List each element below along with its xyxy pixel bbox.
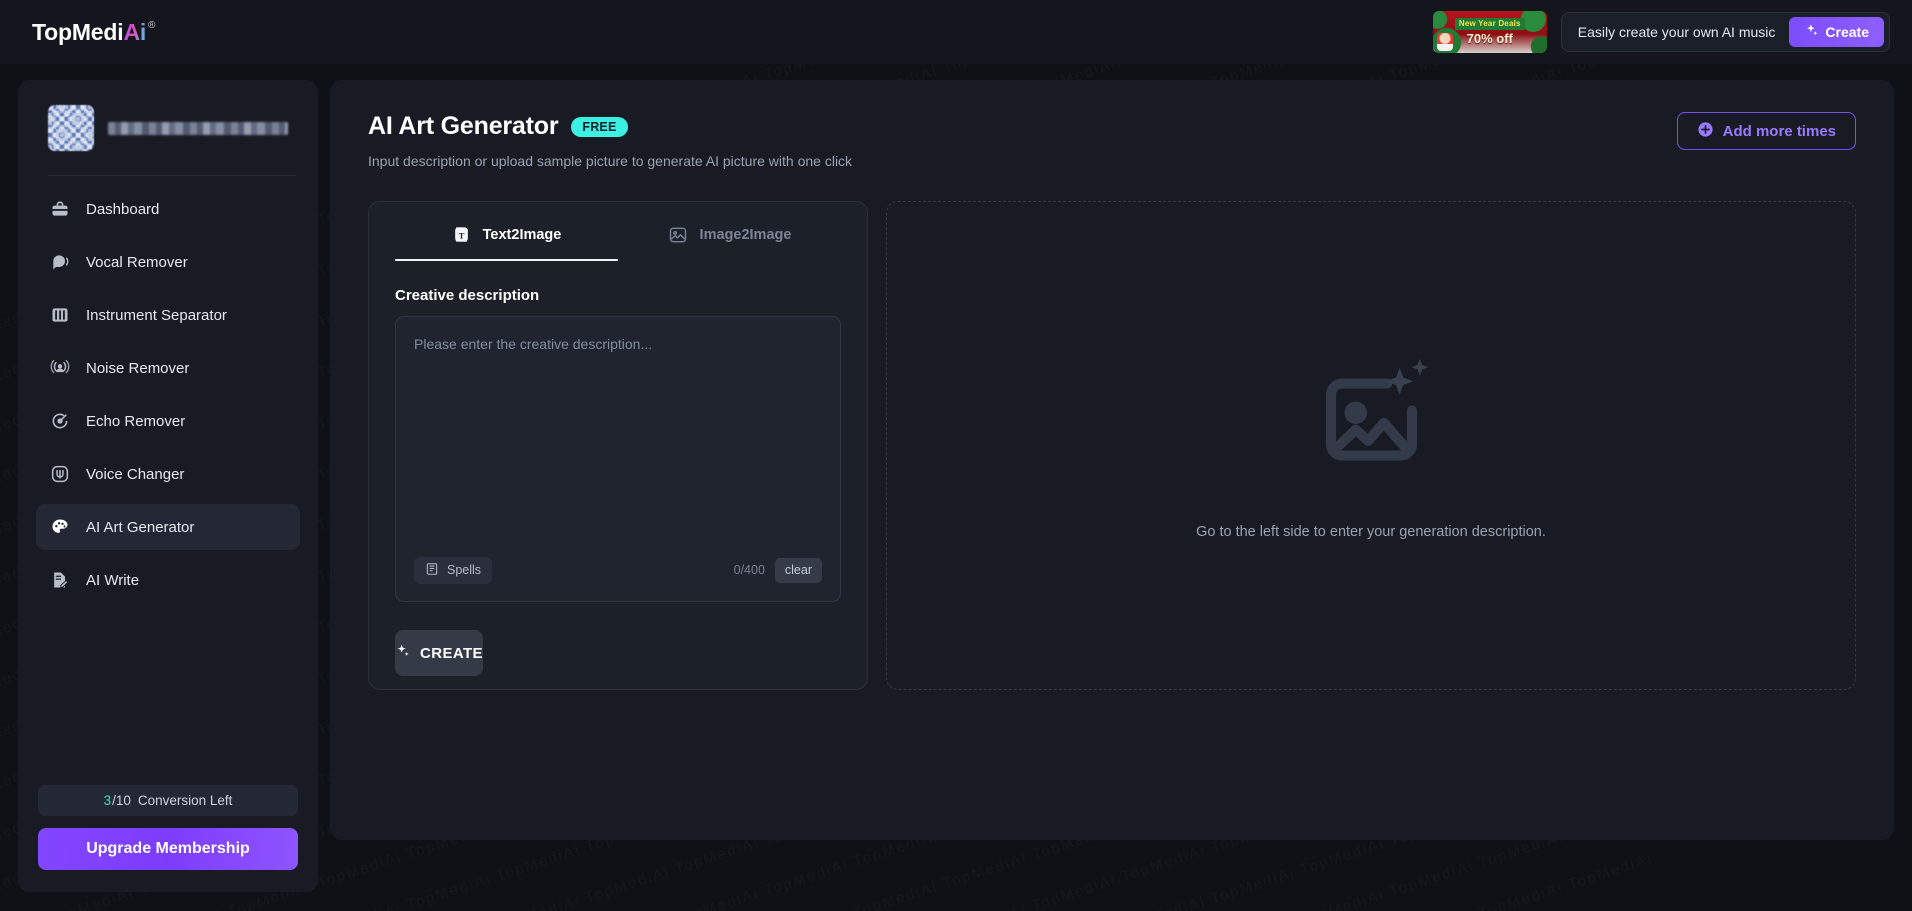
user-profile[interactable]: [18, 80, 318, 151]
character-counter: 0/400: [733, 563, 765, 577]
logo-text-main: TopMedi: [32, 18, 124, 45]
creative-description-field: Spells 0/400 clear: [395, 316, 841, 602]
logo-registered-mark: ®: [148, 19, 156, 31]
free-badge: FREE: [571, 116, 628, 137]
sparkle-icon: [1804, 23, 1819, 41]
sidebar-item-label: Voice Changer: [86, 465, 185, 483]
sidebar-item-label: Instrument Separator: [86, 306, 227, 324]
ai-music-cta-label: Easily create your own AI music: [1577, 24, 1776, 40]
mode-tabs: T Text2Image Image2Image: [395, 202, 841, 261]
logo-text-accent: Ai: [123, 18, 147, 45]
add-more-times-label: Add more times: [1722, 122, 1836, 140]
page-title-row: AI Art Generator FREE: [368, 112, 852, 141]
add-more-times-button[interactable]: Add more times: [1676, 112, 1856, 150]
creative-description-input[interactable]: [414, 334, 822, 556]
conversion-used: 3: [103, 793, 112, 808]
preview-empty-hint: Go to the left side to enter your genera…: [1196, 523, 1546, 540]
sidebar-item-ai-art-generator[interactable]: AI Art Generator: [36, 504, 300, 550]
noise-waves-icon: [50, 358, 70, 378]
app-logo[interactable]: TopMedi Ai ®: [32, 19, 155, 46]
sidebar-item-label: Echo Remover: [86, 412, 186, 430]
spells-label: Spells: [447, 563, 482, 577]
promo-line-1: New Year Deals: [1454, 18, 1525, 30]
textarea-footer: Spells 0/400 clear: [414, 556, 822, 584]
echo-circle-icon: [50, 411, 70, 431]
palette-icon: [50, 517, 70, 537]
santa-icon: [1436, 33, 1453, 51]
picture-icon: [668, 225, 688, 245]
tab-text2image-label: Text2Image: [482, 226, 562, 243]
book-icon: [425, 562, 439, 579]
text-file-icon: T: [452, 225, 471, 244]
username-redacted: [108, 121, 288, 135]
page-header: AI Art Generator FREE Input description …: [368, 112, 1856, 169]
spells-button[interactable]: Spells: [414, 556, 493, 584]
plus-circle-icon: [1697, 121, 1714, 142]
create-art-label: CREATE: [420, 644, 483, 662]
briefcase-icon: [50, 199, 70, 219]
voice-changer-icon: [50, 464, 70, 484]
sidebar-item-dashboard[interactable]: Dashboard: [36, 186, 300, 232]
create-music-button-label: Create: [1825, 24, 1869, 40]
sidebar-item-voice-changer[interactable]: Voice Changer: [36, 451, 300, 497]
conversion-total: /10: [112, 793, 131, 808]
page-header-left: AI Art Generator FREE Input description …: [368, 112, 852, 169]
sidebar-item-label: Dashboard: [86, 200, 160, 218]
input-panel: T Text2Image Image2Image Creative descri…: [368, 201, 868, 690]
create-music-button[interactable]: Create: [1789, 17, 1884, 47]
ai-music-cta: Easily create your own AI music Create: [1560, 12, 1890, 52]
sidebar-item-ai-write[interactable]: AI Write: [36, 557, 300, 603]
tab-image2image[interactable]: Image2Image: [618, 208, 841, 261]
top-bar: TopMedi Ai ® New Year Deals 70% off Easily…: [0, 0, 1912, 64]
clear-button[interactable]: clear: [774, 557, 822, 583]
creative-description-label: Creative description: [395, 287, 540, 304]
avatar[interactable]: [48, 105, 94, 151]
sidebar-item-noise-remover[interactable]: Noise Remover: [36, 345, 300, 391]
generator-panels: T Text2Image Image2Image Creative descri…: [368, 201, 1856, 690]
piano-icon: [50, 305, 70, 325]
tab-text2image[interactable]: T Text2Image: [395, 208, 618, 261]
main-content-card: AI Art Generator FREE Input description …: [330, 80, 1894, 840]
microphone-icon: [50, 252, 70, 272]
sidebar-item-vocal-remover[interactable]: Vocal Remover: [36, 239, 300, 285]
conversion-counter: 3/10 Conversion Left: [38, 785, 298, 816]
page-subtitle: Input description or upload sample pictu…: [368, 153, 853, 169]
sidebar-item-label: Noise Remover: [86, 359, 190, 377]
sidebar-item-instrument-separator[interactable]: Instrument Separator: [36, 292, 300, 338]
svg-text:T: T: [458, 230, 464, 240]
sidebar-item-label: AI Write: [86, 571, 140, 589]
sidebar: Dashboard Vocal Remover Instrument Separat…: [18, 80, 318, 892]
conversion-label: Conversion Left: [137, 793, 233, 808]
new-year-promo-banner[interactable]: New Year Deals 70% off: [1432, 11, 1547, 53]
tab-image2image-label: Image2Image: [699, 226, 792, 243]
sparkle-icon: [395, 643, 411, 663]
page-title: AI Art Generator: [368, 112, 559, 140]
document-pencil-icon: [50, 570, 70, 590]
image-sparkle-placeholder-icon: [1304, 352, 1439, 492]
top-bar-right: New Year Deals 70% off Easily create you…: [1432, 11, 1890, 53]
upgrade-membership-button[interactable]: Upgrade Membership: [38, 828, 298, 870]
sidebar-item-echo-remover[interactable]: Echo Remover: [36, 398, 300, 444]
create-art-button[interactable]: CREATE: [395, 630, 483, 676]
promo-line-2: 70% off: [1466, 31, 1513, 46]
sidebar-item-label: AI Art Generator: [86, 518, 195, 536]
sidebar-nav: Dashboard Vocal Remover Instrument Separat…: [18, 176, 318, 785]
preview-panel: Go to the left side to enter your genera…: [886, 201, 1856, 690]
sidebar-item-label: Vocal Remover: [86, 253, 188, 271]
